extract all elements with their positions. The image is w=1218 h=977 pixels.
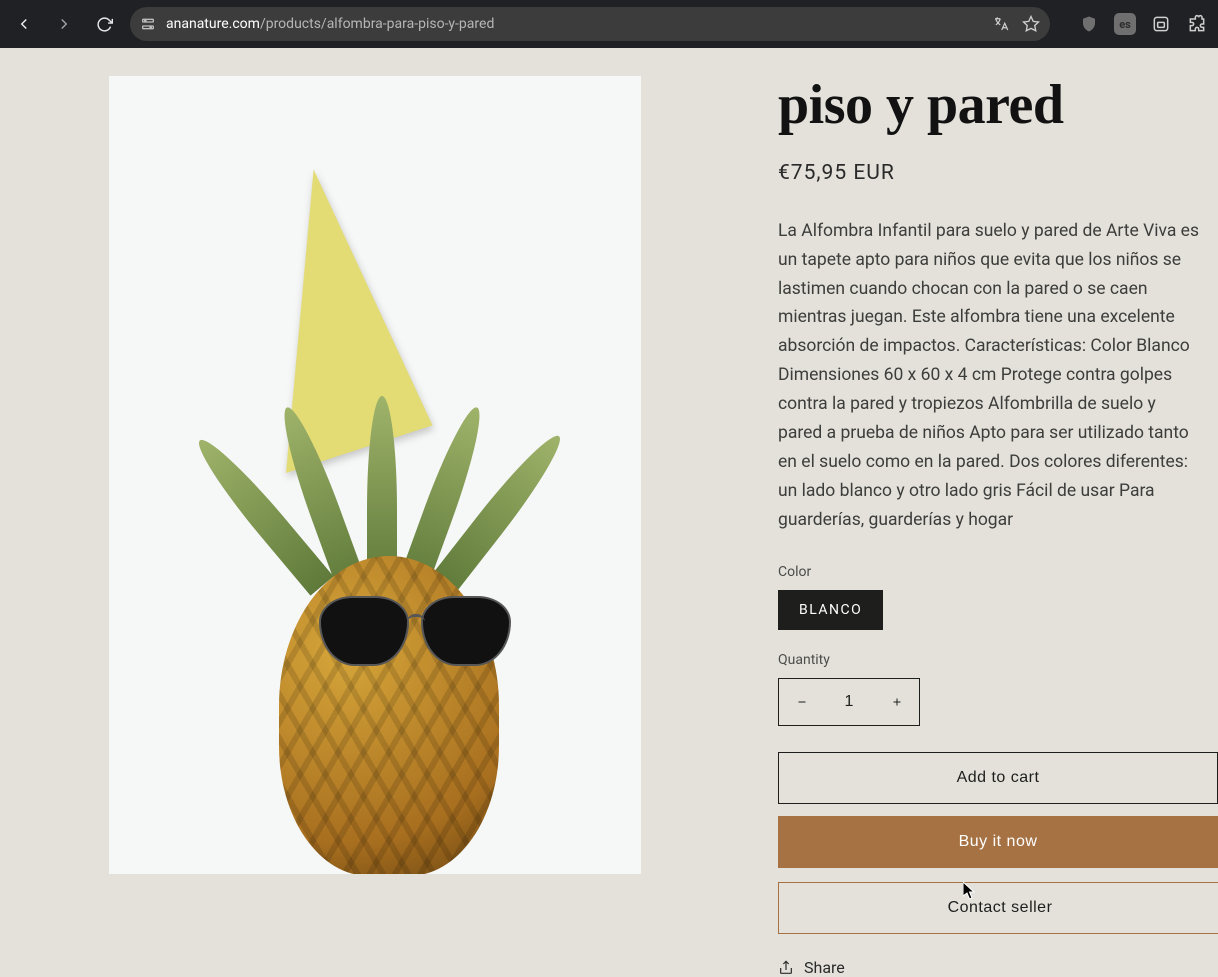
color-option-blanco[interactable]: BLANCO <box>778 590 883 630</box>
plus-icon <box>891 696 903 708</box>
product-description: La Alfombra Infantil para suelo y pared … <box>778 217 1200 535</box>
product-page: piso y pared €75,95 EUR La Alfombra Infa… <box>0 48 1218 928</box>
quantity-input[interactable] <box>824 679 874 725</box>
share-label: Share <box>804 958 845 977</box>
forward-button[interactable] <box>50 10 78 38</box>
quantity-stepper <box>778 678 920 726</box>
add-to-cart-button[interactable]: Add to cart <box>778 752 1218 804</box>
product-gallery <box>30 76 720 928</box>
product-price: €75,95 EUR <box>778 161 1200 185</box>
url-path: /products/alfombra-para-piso-y-pared <box>260 16 494 32</box>
buy-now-button[interactable]: Buy it now <box>778 816 1218 868</box>
variant-label: Color <box>778 564 1200 580</box>
quantity-decrease-button[interactable] <box>779 679 824 725</box>
quantity-label: Quantity <box>778 652 1200 668</box>
quantity-increase-button[interactable] <box>874 679 919 725</box>
contact-seller-button[interactable]: Contact seller <box>778 882 1218 934</box>
url-domain: ananature.com <box>166 16 260 32</box>
back-button[interactable] <box>10 10 38 38</box>
product-info: piso y pared €75,95 EUR La Alfombra Infa… <box>720 76 1200 928</box>
minus-icon <box>796 696 808 708</box>
translate-icon[interactable] <box>992 15 1010 33</box>
extension-badge-icon[interactable]: es <box>1114 13 1136 35</box>
extensions-puzzle-icon[interactable] <box>1186 13 1208 35</box>
url-text: ananature.com/products/alfombra-para-pis… <box>166 16 494 32</box>
extension-shield-icon[interactable] <box>1078 13 1100 35</box>
bookmark-star-icon[interactable] <box>1022 15 1040 33</box>
site-settings-icon[interactable] <box>140 16 156 32</box>
share-button[interactable]: Share <box>778 958 1200 977</box>
browser-toolbar: ananature.com/products/alfombra-para-pis… <box>0 0 1218 48</box>
product-title: piso y pared <box>778 76 1200 135</box>
address-bar[interactable]: ananature.com/products/alfombra-para-pis… <box>130 7 1050 41</box>
extension-box-icon[interactable] <box>1150 13 1172 35</box>
mouse-cursor-icon <box>963 882 977 900</box>
reload-button[interactable] <box>90 10 118 38</box>
product-main-image[interactable] <box>109 76 641 874</box>
share-icon <box>778 960 794 976</box>
